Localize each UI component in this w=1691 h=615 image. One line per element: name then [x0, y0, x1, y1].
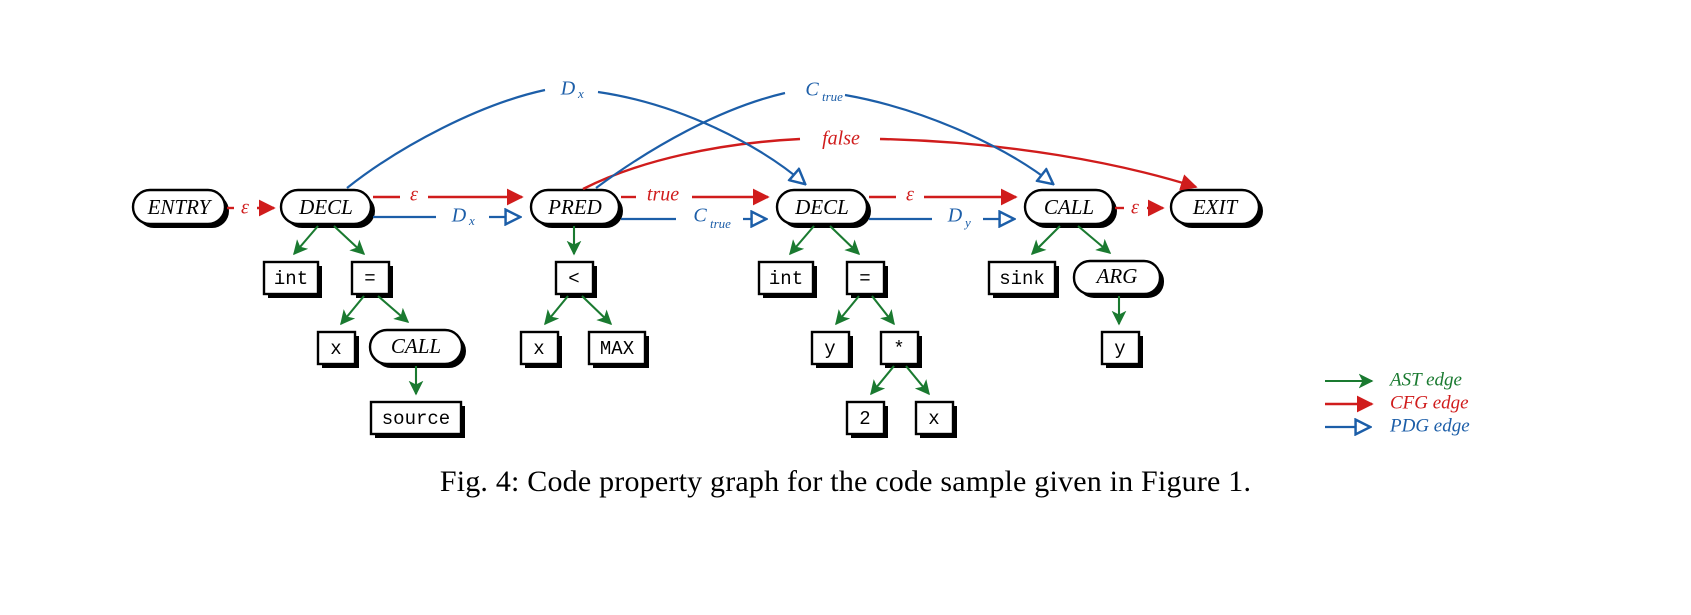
ast-edge-assign1-x1: [340, 295, 365, 326]
cfg-label-pred-decl2: true: [647, 184, 679, 206]
ast-edge-call-arg: [1077, 225, 1112, 254]
node-arg[interactable]: ARG: [1072, 259, 1164, 298]
node-int-1[interactable]: int: [262, 260, 322, 298]
legend-item-pdg: PDG edge: [1325, 415, 1470, 436]
pdg-edge-pred-call-right: [844, 93, 1053, 184]
svg-text:x: x: [577, 86, 584, 101]
node-entry-label: ENTRY: [147, 195, 213, 219]
cfg-label-entry-decl1: ε: [241, 197, 249, 219]
ast-edge-mul-two: [870, 365, 895, 396]
svg-text:true: true: [822, 89, 843, 104]
node-assign-1[interactable]: =: [350, 260, 393, 298]
node-decl-2[interactable]: DECL: [775, 188, 871, 228]
node-int-1-label: int: [274, 268, 308, 290]
ast-edge-mul-x3: [905, 365, 930, 396]
node-decl-1-label: DECL: [298, 195, 353, 219]
node-x-3[interactable]: x: [914, 400, 957, 438]
ast-edge-decl1-int1: [293, 225, 319, 256]
node-int-2[interactable]: int: [757, 260, 817, 298]
svg-text:C: C: [693, 205, 707, 227]
ast-edge-lt-max: [581, 295, 613, 326]
node-call-source[interactable]: CALL: [368, 328, 466, 368]
node-source[interactable]: source: [369, 400, 465, 438]
cfg-label-false: false: [822, 128, 860, 150]
legend-item-cfg: CFG edge: [1325, 392, 1469, 413]
node-x-2[interactable]: x: [519, 330, 562, 368]
ast-edge-decl1-assign1: [333, 225, 366, 256]
node-y-2-label: y: [1114, 338, 1125, 360]
node-exit[interactable]: EXIT: [1169, 188, 1263, 228]
node-sink[interactable]: sink: [987, 260, 1059, 298]
node-two[interactable]: 2: [845, 400, 888, 438]
node-sink-label: sink: [999, 268, 1045, 290]
svg-text:D: D: [947, 205, 963, 227]
pdg-edge-pred-call-left: [595, 91, 786, 189]
cfg-edge-pred-exit-false-right: [879, 137, 1198, 191]
node-lt[interactable]: <: [554, 260, 597, 298]
node-decl-1[interactable]: DECL: [279, 188, 375, 228]
node-pred-label: PRED: [547, 195, 602, 219]
code-property-graph: ENTRY DECL PRED DECL CALL EXIT int = < i…: [131, 78, 1470, 438]
svg-text:C: C: [805, 79, 819, 101]
node-decl-2-label: DECL: [794, 195, 849, 219]
node-assign-1-label: =: [364, 268, 375, 290]
node-pred[interactable]: PRED: [529, 188, 623, 228]
ast-edge-assign1-callsrc: [377, 295, 410, 323]
node-entry[interactable]: ENTRY: [131, 188, 229, 228]
node-lt-label: <: [568, 268, 579, 290]
pdg-label-decl2-call: D y: [947, 205, 971, 230]
svg-text:D: D: [451, 205, 467, 227]
legend-item-ast: AST edge: [1325, 369, 1462, 390]
cfg-label-decl1-pred: ε: [410, 184, 418, 206]
svg-text:true: true: [710, 216, 731, 231]
svg-text:x: x: [468, 213, 475, 228]
node-mul-label: *: [893, 338, 904, 360]
node-source-label: source: [382, 408, 450, 430]
node-arg-label: ARG: [1095, 264, 1138, 288]
legend-pdg-label: PDG edge: [1389, 415, 1470, 436]
node-x-2-label: x: [533, 338, 544, 360]
node-assign-2[interactable]: =: [845, 260, 888, 298]
ast-edge-assign2-mul: [871, 295, 895, 326]
legend-cfg-label: CFG edge: [1390, 392, 1469, 413]
pdg-label-pred-decl2: C true: [693, 205, 731, 231]
node-exit-label: EXIT: [1192, 195, 1239, 219]
ast-edge-decl2-int2: [789, 225, 815, 256]
ast-edge-call-sink: [1030, 225, 1061, 256]
node-call-main-label: CALL: [1044, 195, 1094, 219]
figure-container: ENTRY DECL PRED DECL CALL EXIT int = < i…: [0, 0, 1691, 615]
node-x-3-label: x: [928, 408, 939, 430]
node-call-source-label: CALL: [391, 334, 441, 358]
ast-edge-decl2-assign2: [829, 225, 861, 256]
ast-edge-assign2-y1: [835, 295, 860, 326]
node-int-2-label: int: [769, 268, 803, 290]
figure-caption: Fig. 4: Code property graph for the code…: [439, 465, 1252, 498]
node-two-label: 2: [859, 408, 870, 430]
node-max-label: MAX: [600, 338, 635, 360]
pdg-label-ctrue-arc: C true: [805, 79, 843, 104]
node-y-1-label: y: [824, 338, 835, 360]
node-max[interactable]: MAX: [587, 330, 649, 368]
cfg-edge-pred-exit-false-left: [582, 137, 801, 191]
cfg-label-call-exit: ε: [1131, 197, 1139, 219]
cfg-label-decl2-call: ε: [906, 184, 914, 206]
node-y-1[interactable]: y: [810, 330, 853, 368]
pdg-edges: D x C true D y D x C true: [346, 78, 1053, 231]
legend: AST edge CFG edge PDG edge: [1325, 369, 1470, 436]
svg-text:D: D: [560, 78, 576, 100]
ast-edges: [293, 225, 1127, 396]
node-y-2[interactable]: y: [1100, 330, 1143, 368]
svg-text:y: y: [963, 215, 971, 230]
pdg-edge-decl1-decl2-left: [346, 88, 546, 189]
node-mul[interactable]: *: [879, 330, 922, 368]
pdg-label-decl1-pred: D x: [451, 205, 475, 228]
ast-edge-lt-x2: [544, 295, 569, 326]
node-assign-2-label: =: [859, 268, 870, 290]
node-x-1[interactable]: x: [316, 330, 359, 368]
pdg-label-dx-arc: D x: [560, 78, 584, 101]
node-call-main[interactable]: CALL: [1023, 188, 1117, 228]
node-x-1-label: x: [330, 338, 341, 360]
legend-ast-label: AST edge: [1388, 369, 1462, 390]
